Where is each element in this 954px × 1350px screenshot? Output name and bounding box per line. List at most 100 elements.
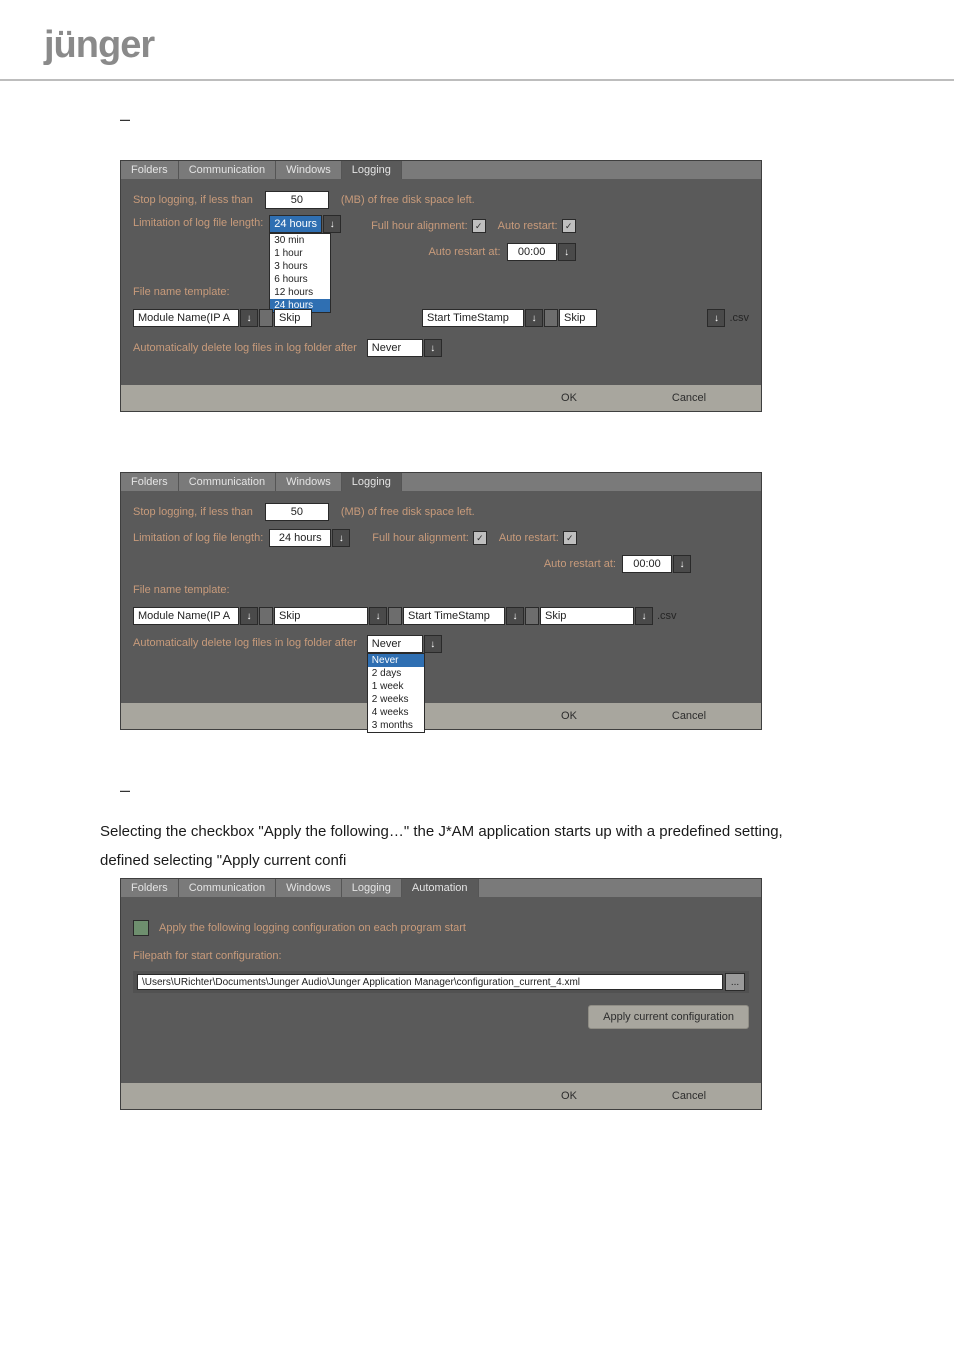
apply-current-configuration-button[interactable]: Apply current configuration	[588, 1005, 749, 1029]
filepath-label: Filepath for start configuration:	[133, 950, 282, 962]
opt-1hour[interactable]: 1 hour	[270, 247, 330, 260]
opt-never[interactable]: Never	[368, 654, 424, 667]
template-sep-1b[interactable]	[259, 607, 273, 625]
full-hour-label: Full hour alignment:	[371, 220, 468, 232]
body-text-2: defined selecting "Apply current confi	[100, 850, 910, 873]
stop-logging-unit: (MB) of free disk space left.	[341, 194, 475, 206]
tab-windows-3[interactable]: Windows	[276, 879, 342, 897]
stop-logging-input[interactable]	[265, 191, 329, 209]
tab-folders-3[interactable]: Folders	[121, 879, 179, 897]
cancel-button[interactable]: Cancel	[657, 390, 721, 406]
limitation-dropdown-icon-2[interactable]	[332, 529, 350, 547]
logo: jünger	[44, 24, 154, 66]
tabs-3: Folders Communication Windows Logging Au…	[121, 879, 761, 897]
limitation-label: Limitation of log file length:	[133, 217, 263, 229]
ok-button[interactable]: OK	[537, 390, 601, 406]
tab-logging[interactable]: Logging	[342, 161, 402, 179]
opt-3hours[interactable]: 3 hours	[270, 260, 330, 273]
tabs-1: Folders Communication Windows Logging	[121, 161, 761, 179]
file-name-template-label: File name template:	[133, 286, 230, 298]
auto-restart-at-label-2: Auto restart at:	[544, 558, 616, 570]
limitation-label-2: Limitation of log file length:	[133, 532, 263, 544]
ok-button-3[interactable]: OK	[537, 1088, 601, 1104]
opt-2days[interactable]: 2 days	[368, 667, 424, 680]
auto-restart-label-2: Auto restart:	[499, 532, 559, 544]
auto-delete-label: Automatically delete log files in log fo…	[133, 342, 357, 354]
template-sep2-input[interactable]	[559, 309, 597, 327]
template-seg2-dropdown-icon[interactable]	[525, 309, 543, 327]
opt-1week[interactable]: 1 week	[368, 680, 424, 693]
template-seg1-input-2[interactable]	[133, 607, 239, 625]
limitation-option-list[interactable]: 30 min 1 hour 3 hours 6 hours 12 hours 2…	[269, 233, 331, 313]
filepath-row: ...	[133, 971, 749, 993]
auto-restart-at-input-2[interactable]	[622, 555, 672, 573]
opt-6hours[interactable]: 6 hours	[270, 273, 330, 286]
section-dash-1: –	[120, 109, 954, 130]
template-sep1-input-2[interactable]	[274, 607, 368, 625]
tab-folders[interactable]: Folders	[121, 161, 179, 179]
tab-communication-3[interactable]: Communication	[179, 879, 276, 897]
opt-4weeks[interactable]: 4 weeks	[368, 706, 424, 719]
template-seg2-input-2[interactable]	[403, 607, 505, 625]
template-seg1-dropdown-icon[interactable]	[240, 309, 258, 327]
body-text-1: Selecting the checkbox "Apply the follow…	[100, 821, 910, 844]
apply-following-label: Apply the following logging configuratio…	[159, 922, 466, 934]
template-sep1-input[interactable]	[274, 309, 312, 327]
auto-restart-at-input[interactable]	[507, 243, 557, 261]
auto-delete-option-list[interactable]: Never 2 days 1 week 2 weeks 4 weeks 3 mo…	[367, 653, 425, 733]
tabs-2: Folders Communication Windows Logging	[121, 473, 761, 491]
auto-restart-checkbox[interactable]	[562, 219, 576, 233]
panel1-footer: OK Cancel	[121, 385, 761, 411]
browse-button[interactable]: ...	[725, 973, 745, 991]
template-ext-label-2: .csv	[657, 610, 677, 622]
auto-delete-dropdown-icon-2[interactable]	[424, 635, 442, 653]
auto-restart-at-dropdown-icon[interactable]	[558, 243, 576, 261]
cancel-button-3[interactable]: Cancel	[657, 1088, 721, 1104]
opt-3months[interactable]: 3 months	[368, 719, 424, 732]
template-seg2-input[interactable]	[422, 309, 524, 327]
template-sep1-dropdown-icon-2[interactable]	[369, 607, 387, 625]
template-sep-2a[interactable]	[544, 309, 558, 327]
template-seg2-dropdown-icon-2[interactable]	[506, 607, 524, 625]
panel3-footer: OK Cancel	[121, 1083, 761, 1109]
auto-restart-checkbox-2[interactable]	[563, 531, 577, 545]
opt-30min[interactable]: 30 min	[270, 234, 330, 247]
full-hour-checkbox-2[interactable]	[473, 531, 487, 545]
limitation-selected[interactable]: 24 hours	[269, 215, 322, 233]
auto-delete-input-2[interactable]	[367, 635, 423, 653]
template-sep-mid[interactable]	[388, 607, 402, 625]
tab-windows-2[interactable]: Windows	[276, 473, 342, 491]
tab-communication[interactable]: Communication	[179, 161, 276, 179]
template-seg1-input[interactable]	[133, 309, 239, 327]
settings-panel-3: Folders Communication Windows Logging Au…	[120, 878, 762, 1110]
section-dash-2: –	[120, 780, 954, 801]
tab-automation[interactable]: Automation	[402, 879, 479, 897]
apply-following-checkbox[interactable]	[133, 920, 149, 936]
template-sep-1a[interactable]	[259, 309, 273, 327]
auto-delete-dropdown-icon[interactable]	[424, 339, 442, 357]
tab-logging-2[interactable]: Logging	[342, 473, 402, 491]
tab-folders-2[interactable]: Folders	[121, 473, 179, 491]
stop-logging-input-2[interactable]	[265, 503, 329, 521]
tab-windows[interactable]: Windows	[276, 161, 342, 179]
tab-logging-3[interactable]: Logging	[342, 879, 402, 897]
opt-2weeks[interactable]: 2 weeks	[368, 693, 424, 706]
auto-restart-at-dropdown-icon-2[interactable]	[673, 555, 691, 573]
ok-button-2[interactable]: OK	[537, 708, 601, 724]
limitation-input-2[interactable]	[269, 529, 331, 547]
template-sep2-input-2[interactable]	[540, 607, 634, 625]
stop-logging-label-2: Stop logging, if less than	[133, 506, 253, 518]
template-ext-dropdown-icon[interactable]	[707, 309, 725, 327]
full-hour-checkbox[interactable]	[472, 219, 486, 233]
auto-delete-input[interactable]	[367, 339, 423, 357]
full-hour-label-2: Full hour alignment:	[372, 532, 469, 544]
limitation-dropdown-icon[interactable]	[323, 215, 341, 233]
template-sep-2b[interactable]	[525, 607, 539, 625]
cancel-button-2[interactable]: Cancel	[657, 708, 721, 724]
template-seg1-dropdown-icon-2[interactable]	[240, 607, 258, 625]
tab-communication-2[interactable]: Communication	[179, 473, 276, 491]
opt-12hours[interactable]: 12 hours	[270, 286, 330, 299]
template-sep2-dropdown-icon-2[interactable]	[635, 607, 653, 625]
filepath-input[interactable]	[137, 974, 723, 990]
panel2-footer: OK Cancel	[121, 703, 761, 729]
